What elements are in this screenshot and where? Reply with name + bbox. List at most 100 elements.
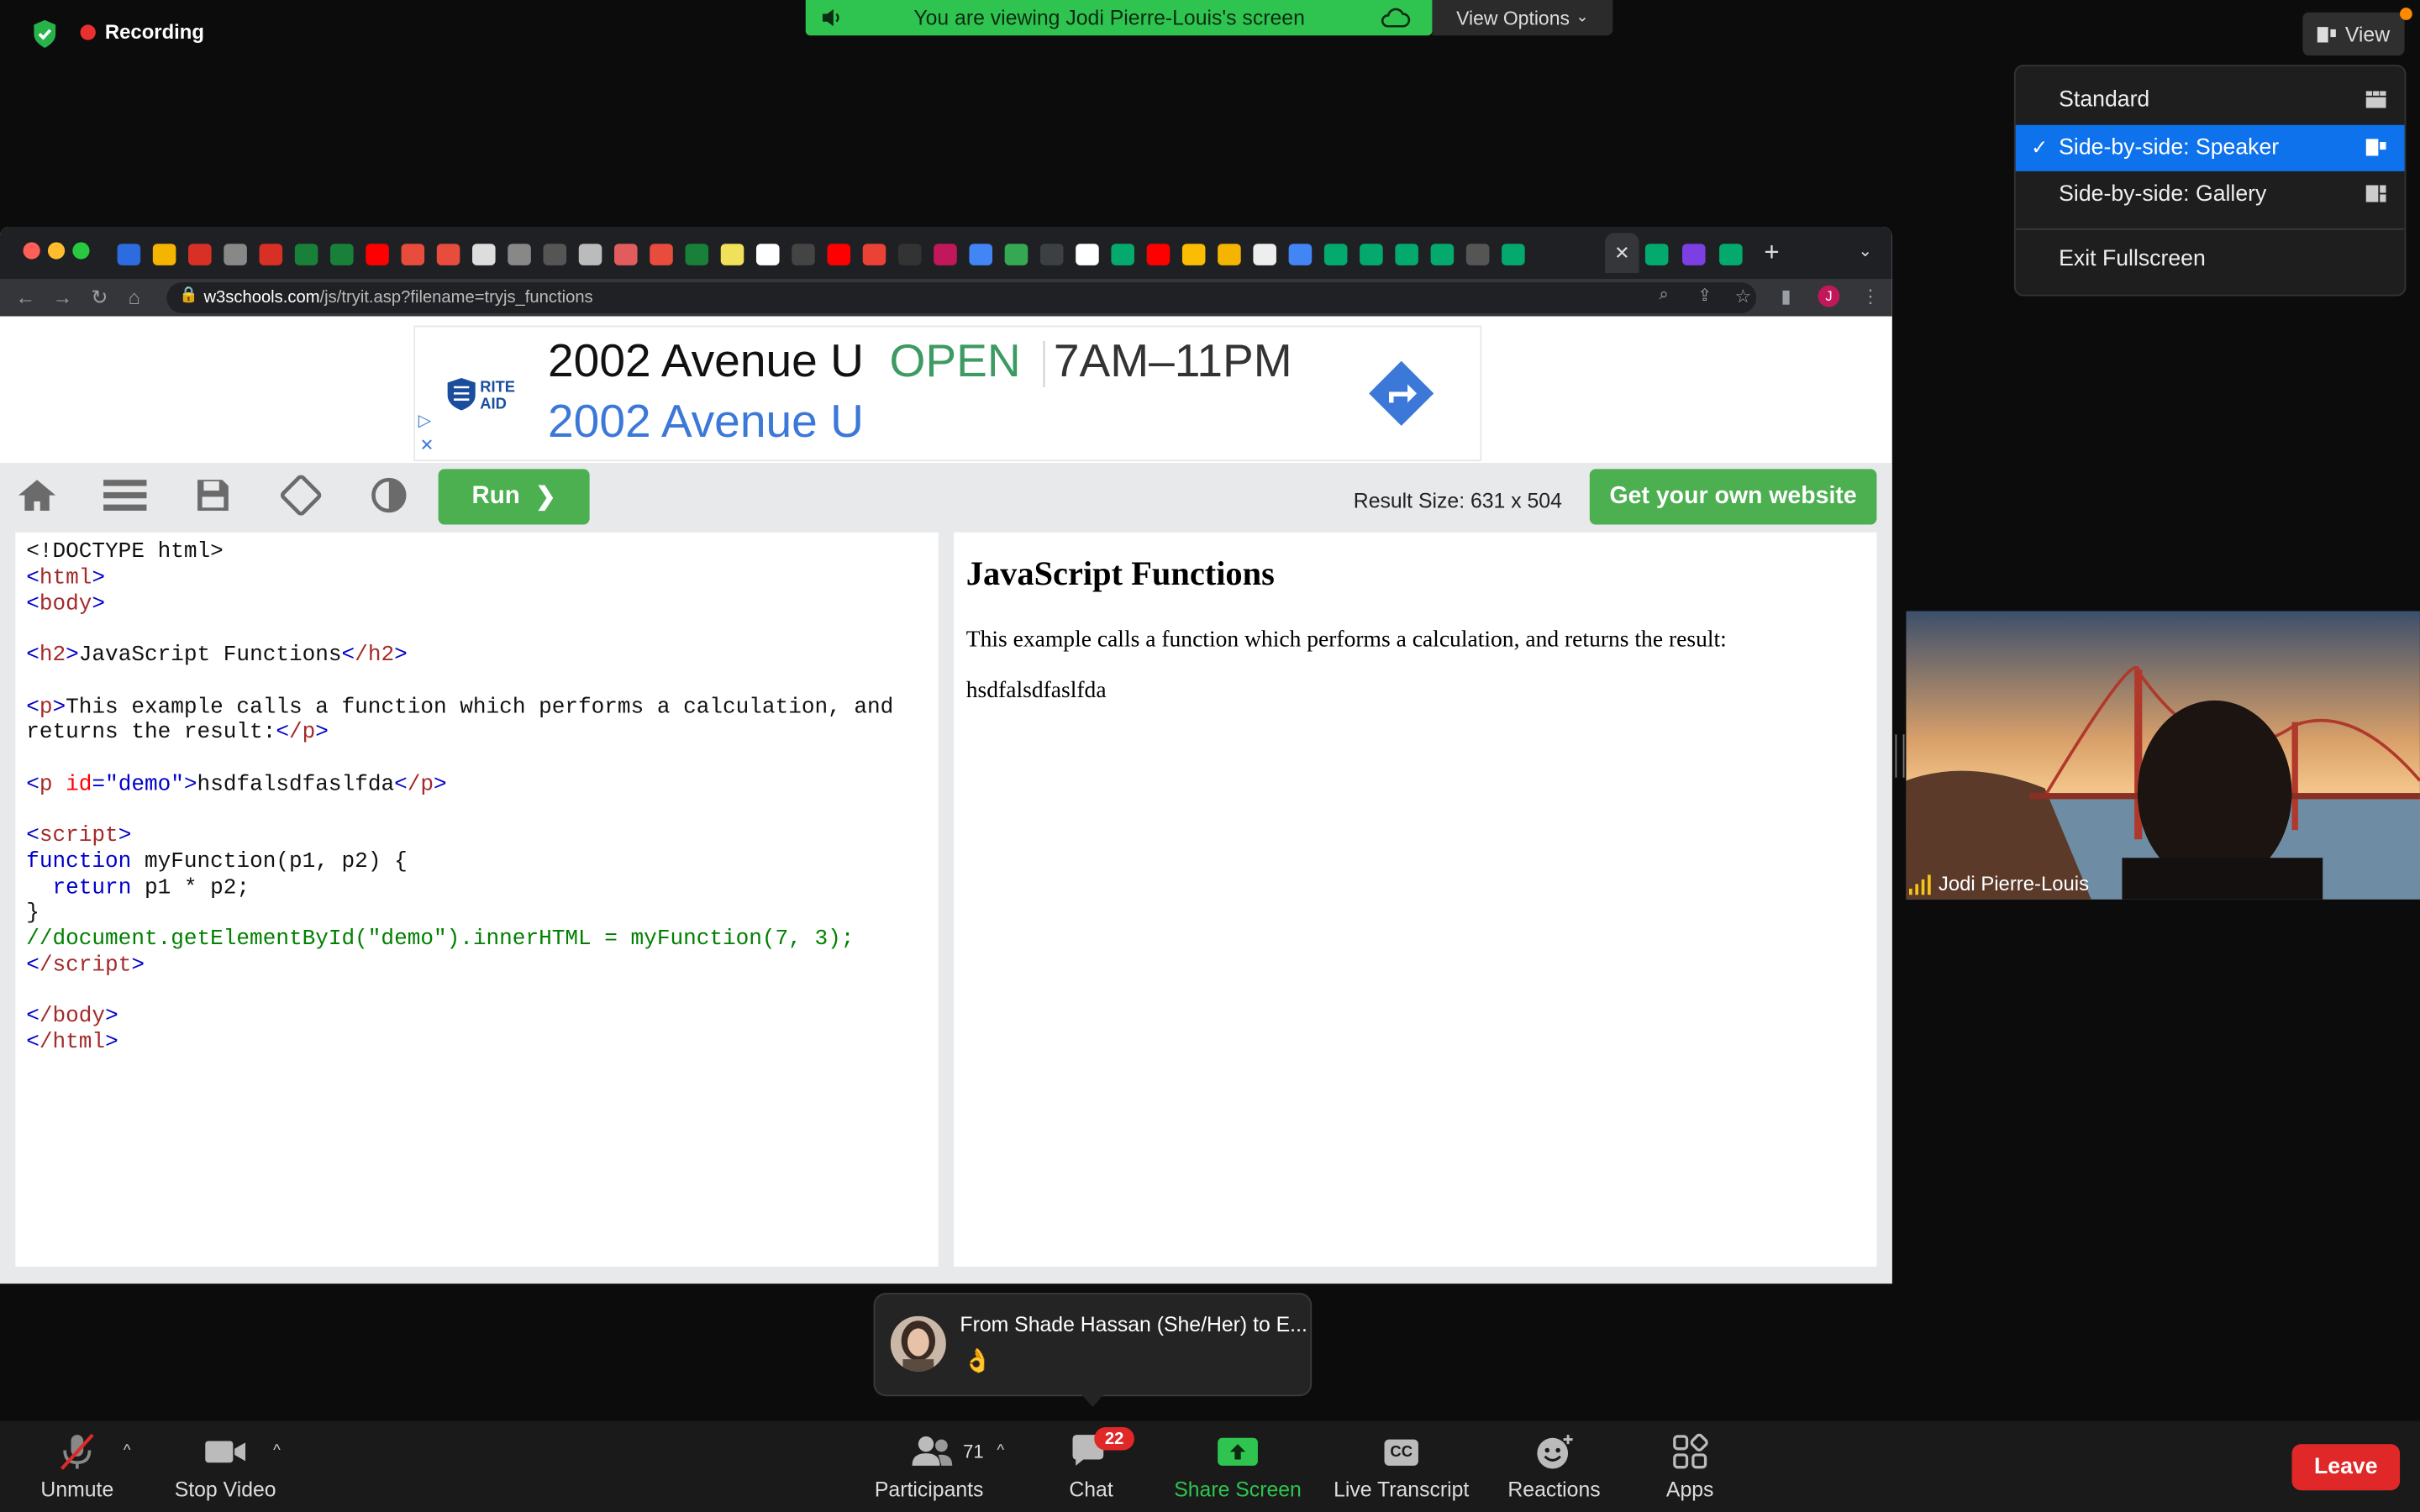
tab-favicon[interactable] (792, 244, 815, 265)
forward-arrow-icon[interactable]: → (52, 286, 72, 309)
browser-menu-icon[interactable]: ⋮ (1861, 286, 1880, 307)
tab-favicon[interactable] (188, 244, 212, 265)
participants-button[interactable]: 71 Participants (867, 1431, 991, 1509)
tab-favicon[interactable] (152, 244, 176, 265)
tab-favicon[interactable] (862, 244, 886, 265)
tab-favicon[interactable] (1004, 244, 1028, 265)
ad-divider (1043, 341, 1044, 388)
tab-favicon[interactable] (1644, 244, 1669, 265)
tab-favicon[interactable] (685, 244, 709, 265)
reactions-button[interactable]: Reactions (1503, 1431, 1605, 1509)
tab-favicon[interactable] (1146, 244, 1171, 265)
leave-button[interactable]: Leave (2291, 1444, 2401, 1491)
rite-aid-ad-banner[interactable]: RITE AID 2002 Avenue U OPEN 7AM–11PM 200… (413, 325, 1482, 462)
tab-favicon[interactable] (330, 244, 354, 265)
recording-indicator[interactable]: Recording (80, 20, 204, 43)
tab-favicon[interactable] (1253, 244, 1276, 265)
tab-favicon[interactable] (1323, 244, 1348, 265)
tab-favicon[interactable] (969, 244, 992, 265)
reactions-label: Reactions (1507, 1478, 1601, 1502)
tab-favicon[interactable] (1682, 244, 1706, 265)
save-icon[interactable] (196, 478, 229, 512)
tab-favicon[interactable] (650, 244, 673, 265)
tab-favicon[interactable] (720, 244, 744, 265)
unmute-button[interactable]: Unmute (34, 1431, 120, 1509)
close-window-icon[interactable] (23, 242, 40, 260)
tab-favicon[interactable] (401, 244, 425, 265)
live-transcript-button[interactable]: CC Live Transcript (1328, 1431, 1474, 1509)
audio-options-caret-icon[interactable]: ^ (124, 1442, 131, 1459)
menu-item-exit-fullscreen[interactable]: Exit Fullscreen (2016, 236, 2405, 282)
back-arrow-icon[interactable]: ← (15, 286, 35, 309)
menu-item-side-by-side-gallery[interactable]: Side-by-side: Gallery (2016, 171, 2405, 218)
home-icon[interactable]: ⌂ (128, 286, 139, 309)
tab-favicon[interactable] (1430, 244, 1455, 265)
url-bar[interactable]: 🔒 w3schools.com/js/tryit.asp?filename=tr… (166, 282, 1757, 313)
bookmark-star-icon[interactable]: ☆ (1734, 286, 1751, 307)
tab-favicon[interactable] (1111, 244, 1134, 265)
home-icon[interactable] (17, 478, 57, 512)
tab-favicon[interactable] (1395, 244, 1418, 265)
run-button[interactable]: Run ❯ (438, 469, 590, 525)
tab-favicon[interactable] (1039, 244, 1064, 265)
tab-favicon[interactable] (1719, 244, 1743, 265)
maximize-window-icon[interactable] (72, 242, 90, 260)
tab-favicon[interactable] (1465, 244, 1490, 265)
tab-favicon[interactable] (755, 244, 780, 265)
zoom-icon[interactable]: ⌕ (1659, 286, 1668, 306)
tab-favicon[interactable] (614, 244, 638, 265)
chat-notification-popup[interactable]: From Shade Hassan (She/Her) to E... 👌 (873, 1293, 1313, 1408)
tab-favicon[interactable] (1181, 244, 1206, 265)
code-editor[interactable]: <!DOCTYPE html> <html> <body> <h2>JavaSc… (15, 532, 939, 1267)
tab-favicon[interactable] (827, 244, 851, 265)
menu-item-standard[interactable]: Standard (2016, 77, 2405, 123)
tab-favicon[interactable] (259, 244, 283, 265)
ad-address-link[interactable]: 2002 Avenue U (548, 396, 864, 449)
tab-favicon[interactable] (224, 244, 247, 265)
tab-favicon[interactable] (1288, 244, 1313, 265)
get-your-own-website-button[interactable]: Get your own website (1589, 469, 1877, 525)
tab-favicon[interactable] (472, 244, 496, 265)
tab-favicon[interactable] (366, 244, 389, 265)
participant-video[interactable] (1906, 611, 2420, 900)
video-options-caret-icon[interactable]: ^ (273, 1442, 281, 1459)
tab-favicon[interactable] (436, 244, 460, 265)
ad-choices-icon[interactable]: ▷ (418, 411, 432, 430)
reload-icon[interactable]: ↻ (91, 286, 108, 310)
share-screen-button[interactable]: Share Screen (1173, 1431, 1302, 1509)
tab-favicon[interactable] (897, 244, 922, 265)
menu-item-side-by-side-speaker[interactable]: ✓ Side-by-side: Speaker (2015, 124, 2405, 171)
tab-favicon[interactable] (934, 244, 957, 265)
participants-options-caret-icon[interactable]: ^ (997, 1442, 1005, 1459)
active-tab-close-icon[interactable]: ✕ (1605, 233, 1639, 274)
menu-icon[interactable] (103, 478, 147, 512)
tab-favicon[interactable] (1076, 244, 1099, 265)
chat-button[interactable]: 22 Chat (1060, 1426, 1134, 1509)
grid-icon (2365, 91, 2386, 108)
split-drag-handle[interactable] (1895, 734, 1905, 778)
sidebar-icon[interactable]: ▮ (1781, 286, 1791, 307)
new-tab-icon[interactable]: + (1764, 238, 1779, 269)
tab-favicon[interactable] (294, 244, 318, 265)
code-line: <h2>JavaScript Functions</h2> (26, 643, 408, 669)
tab-favicon[interactable] (1218, 244, 1241, 265)
tab-search-chevron-icon[interactable]: ⌄ (1858, 241, 1872, 260)
tab-favicon[interactable] (578, 244, 602, 265)
tab-favicon[interactable] (508, 244, 531, 265)
share-icon[interactable]: ⇪ (1697, 286, 1712, 306)
tab-favicon[interactable] (117, 244, 141, 265)
security-shield-icon[interactable] (28, 17, 61, 50)
tab-favicon[interactable] (543, 244, 567, 265)
rotate-orientation-icon[interactable] (279, 475, 322, 516)
minimize-window-icon[interactable] (47, 242, 66, 260)
view-button[interactable]: View (2302, 12, 2405, 56)
stop-video-button[interactable]: Stop Video (170, 1431, 281, 1509)
tab-favicon[interactable] (1502, 244, 1525, 265)
ad-close-icon[interactable]: ✕ (420, 435, 434, 455)
view-options-button[interactable]: View Options ⌄ (1432, 0, 1613, 36)
directions-icon[interactable] (1365, 358, 1436, 428)
apps-button[interactable]: Apps (1660, 1431, 1719, 1509)
profile-avatar[interactable]: J (1818, 285, 1840, 307)
dark-mode-icon[interactable] (371, 477, 408, 514)
tab-favicon[interactable] (1360, 244, 1383, 265)
